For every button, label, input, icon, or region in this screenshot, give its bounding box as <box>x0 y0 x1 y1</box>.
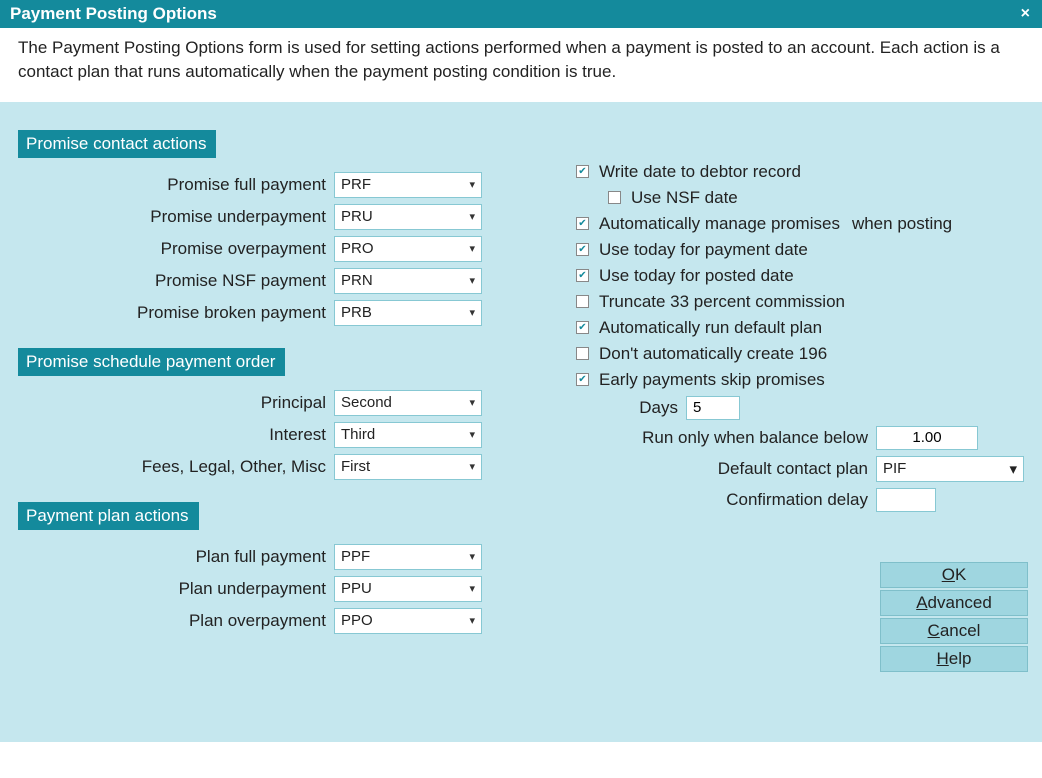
label-use-nsf: Use NSF date <box>631 188 738 208</box>
chevron-down-icon: ▾ <box>469 274 475 287</box>
checkbox-dont-create-196[interactable] <box>576 347 589 360</box>
dropdown-plan-over[interactable]: PPO ▾ <box>334 608 482 634</box>
chevron-down-icon: ▾ <box>469 460 475 473</box>
label-days: Days <box>576 398 686 418</box>
advanced-button[interactable]: Advanced <box>880 590 1028 616</box>
dropdown-fees[interactable]: First ▾ <box>334 454 482 480</box>
checkbox-auto-default-plan[interactable] <box>576 321 589 334</box>
label-interest: Interest <box>18 425 334 445</box>
label-today-posted: Use today for posted date <box>599 266 794 286</box>
label-today-payment: Use today for payment date <box>599 240 808 260</box>
dropdown-value: PRN <box>341 272 373 289</box>
dropdown-value: First <box>341 458 370 475</box>
section-plan-actions: Payment plan actions Plan full payment P… <box>18 502 556 634</box>
chevron-down-icon: ▾ <box>469 178 475 191</box>
chevron-down-icon: ▾ <box>469 582 475 595</box>
input-balance-below[interactable] <box>876 426 978 450</box>
chevron-down-icon: ▾ <box>1009 460 1017 478</box>
close-icon[interactable]: × <box>1017 5 1034 23</box>
dropdown-value: Second <box>341 394 392 411</box>
cancel-button[interactable]: Cancel <box>880 618 1028 644</box>
dropdown-value: PRO <box>341 240 374 257</box>
dropdown-value: PPU <box>341 580 372 597</box>
chevron-down-icon: ▾ <box>469 306 475 319</box>
label-default-plan: Default contact plan <box>576 459 876 479</box>
chevron-down-icon: ▾ <box>469 210 475 223</box>
label-promise-full: Promise full payment <box>18 175 334 195</box>
checkbox-use-nsf[interactable] <box>608 191 621 204</box>
chevron-down-icon: ▾ <box>469 614 475 627</box>
label-promise-over: Promise overpayment <box>18 239 334 259</box>
label-balance-below: Run only when balance below <box>576 428 876 448</box>
section-header-schedule-order: Promise schedule payment order <box>18 348 285 376</box>
dropdown-default-plan[interactable]: PIF ▾ <box>876 456 1024 482</box>
label-auto-manage: Automatically manage promises <box>599 214 840 234</box>
label-plan-over: Plan overpayment <box>18 611 334 631</box>
dropdown-plan-full[interactable]: PPF ▾ <box>334 544 482 570</box>
label-plan-full: Plan full payment <box>18 547 334 567</box>
label-promise-under: Promise underpayment <box>18 207 334 227</box>
section-promise-contact: Promise contact actions Promise full pay… <box>18 130 556 326</box>
dropdown-interest[interactable]: Third ▾ <box>334 422 482 448</box>
label-plan-under: Plan underpayment <box>18 579 334 599</box>
dialog-buttons: OK Advanced Cancel Help <box>880 562 1028 672</box>
label-dont-create-196: Don't automatically create 196 <box>599 344 827 364</box>
chevron-down-icon: ▾ <box>469 242 475 255</box>
chevron-down-icon: ▾ <box>469 396 475 409</box>
label-write-date: Write date to debtor record <box>599 162 801 182</box>
dropdown-plan-under[interactable]: PPU ▾ <box>334 576 482 602</box>
dropdown-value: PPO <box>341 612 373 629</box>
section-header-promise-contact: Promise contact actions <box>18 130 216 158</box>
form-description: The Payment Posting Options form is used… <box>0 28 1042 102</box>
label-promise-nsf: Promise NSF payment <box>18 271 334 291</box>
label-auto-manage-suffix: when posting <box>852 214 952 234</box>
checkbox-today-posted[interactable] <box>576 269 589 282</box>
dropdown-value: PIF <box>883 460 906 477</box>
checkbox-write-date[interactable] <box>576 165 589 178</box>
window-title: Payment Posting Options <box>10 4 217 24</box>
dropdown-value: Third <box>341 426 375 443</box>
checkbox-today-payment[interactable] <box>576 243 589 256</box>
title-bar: Payment Posting Options × <box>0 0 1042 28</box>
dropdown-promise-nsf[interactable]: PRN ▾ <box>334 268 482 294</box>
label-fees: Fees, Legal, Other, Misc <box>18 457 334 477</box>
section-header-plan-actions: Payment plan actions <box>18 502 199 530</box>
input-days[interactable] <box>686 396 740 420</box>
checkbox-early-skip[interactable] <box>576 373 589 386</box>
checkbox-auto-manage[interactable] <box>576 217 589 230</box>
section-schedule-order: Promise schedule payment order Principal… <box>18 348 556 480</box>
dropdown-promise-under[interactable]: PRU ▾ <box>334 204 482 230</box>
dropdown-value: PPF <box>341 548 370 565</box>
label-promise-broken: Promise broken payment <box>18 303 334 323</box>
input-confirm-delay[interactable] <box>876 488 936 512</box>
dropdown-promise-broken[interactable]: PRB ▾ <box>334 300 482 326</box>
label-principal: Principal <box>18 393 334 413</box>
form-area: Promise contact actions Promise full pay… <box>0 102 1042 742</box>
ok-button[interactable]: OK <box>880 562 1028 588</box>
label-early-skip: Early payments skip promises <box>599 370 825 390</box>
dropdown-principal[interactable]: Second ▾ <box>334 390 482 416</box>
chevron-down-icon: ▾ <box>469 550 475 563</box>
help-button[interactable]: Help <box>880 646 1028 672</box>
dropdown-promise-full[interactable]: PRF ▾ <box>334 172 482 198</box>
dropdown-value: PRU <box>341 208 373 225</box>
label-truncate33: Truncate 33 percent commission <box>599 292 845 312</box>
dropdown-value: PRB <box>341 304 372 321</box>
chevron-down-icon: ▾ <box>469 428 475 441</box>
dropdown-value: PRF <box>341 176 371 193</box>
checkbox-truncate33[interactable] <box>576 295 589 308</box>
label-auto-default-plan: Automatically run default plan <box>599 318 822 338</box>
label-confirm-delay: Confirmation delay <box>576 490 876 510</box>
dropdown-promise-over[interactable]: PRO ▾ <box>334 236 482 262</box>
